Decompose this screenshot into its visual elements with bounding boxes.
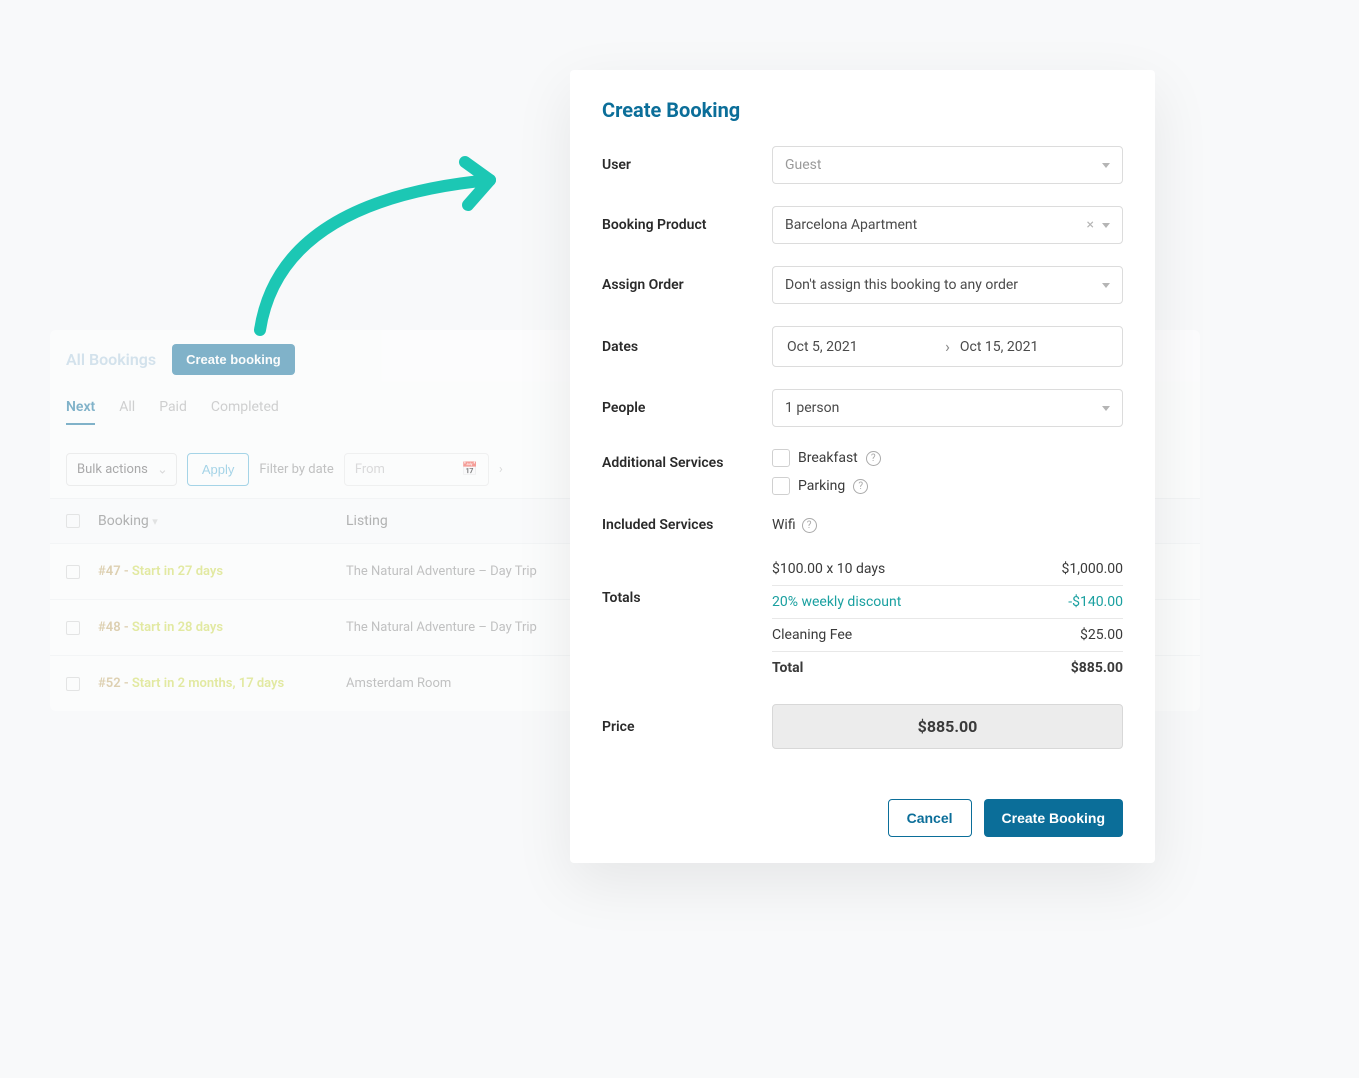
start-date: Oct 5, 2021 [787,339,935,355]
chevron-down-icon: ⌄ [157,462,168,477]
totals-block: $100.00 x 10 days $1,000.00 20% weekly d… [772,555,1123,682]
sort-icon: ▾ [152,515,158,528]
cancel-button[interactable]: Cancel [888,799,972,837]
date-range-input[interactable]: Oct 5, 2021 › Oct 15, 2021 [772,326,1123,367]
user-label: User [602,157,772,173]
parking-checkbox[interactable] [772,477,790,495]
product-label: Booking Product [602,217,772,233]
help-icon[interactable]: ? [802,518,817,533]
discount-label: 20% weekly discount [772,594,901,610]
page-title: All Bookings [66,350,156,369]
booking-badge: Start in 2 months, 17 days [132,676,284,691]
chevron-down-icon [1102,406,1110,411]
end-date: Oct 15, 2021 [960,339,1108,355]
row-checkbox[interactable] [66,565,80,579]
totals-label: Totals [602,555,772,606]
arrow-right-icon: › [945,337,950,356]
booking-id: #48 [98,620,121,635]
clear-icon[interactable]: × [1087,217,1094,233]
filter-by-date-label: Filter by date [259,462,333,477]
tab-all[interactable]: All [119,399,135,425]
column-booking[interactable]: Booking ▾ [98,513,328,529]
total-value: $885.00 [1071,660,1123,676]
dates-label: Dates [602,339,772,355]
chevron-down-icon [1102,223,1110,228]
additional-services-label: Additional Services [602,449,772,471]
create-booking-button[interactable]: Create booking [172,344,295,375]
wifi-label: Wifi [772,517,796,533]
parking-label: Parking [798,478,845,494]
product-select[interactable]: Barcelona Apartment × [772,206,1123,244]
people-label: People [602,400,772,416]
discount-value: -$140.00 [1068,594,1123,610]
help-icon[interactable]: ? [866,451,881,466]
create-booking-modal: Create Booking User Guest Booking Produc… [570,70,1155,863]
breakfast-checkbox[interactable] [772,449,790,467]
row-checkbox[interactable] [66,621,80,635]
booking-badge: Start in 27 days [132,564,223,579]
breakfast-label: Breakfast [798,450,858,466]
included-services-label: Included Services [602,517,772,533]
bulk-actions-select[interactable]: Bulk actions ⌄ [66,453,177,486]
assign-order-select[interactable]: Don't assign this booking to any order [772,266,1123,304]
annotation-arrow-icon [230,150,550,350]
help-icon[interactable]: ? [853,479,868,494]
total-label: Total [772,660,803,676]
chevron-down-icon [1102,283,1110,288]
price-label: Price [602,719,772,735]
tab-next[interactable]: Next [66,399,95,425]
arrow-right-icon: › [499,462,503,477]
fee-label: Cleaning Fee [772,627,852,643]
from-date-input[interactable]: From 📅 [344,453,489,486]
row-checkbox[interactable] [66,677,80,691]
chevron-down-icon [1102,163,1110,168]
select-all-checkbox[interactable] [66,514,80,528]
booking-id: #52 [98,676,121,691]
price-display: $885.00 [772,704,1123,749]
apply-button[interactable]: Apply [187,453,250,486]
tab-paid[interactable]: Paid [159,399,187,425]
booking-badge: Start in 28 days [132,620,223,635]
rate-line-label: $100.00 x 10 days [772,561,885,577]
assign-label: Assign Order [602,277,772,293]
fee-value: $25.00 [1080,627,1123,643]
modal-title: Create Booking [602,98,1123,122]
tab-completed[interactable]: Completed [211,399,279,425]
booking-id: #47 [98,564,121,579]
create-booking-submit-button[interactable]: Create Booking [984,799,1123,837]
rate-line-value: $1,000.00 [1061,561,1123,577]
people-select[interactable]: 1 person [772,389,1123,427]
calendar-icon: 📅 [462,462,478,477]
user-select[interactable]: Guest [772,146,1123,184]
